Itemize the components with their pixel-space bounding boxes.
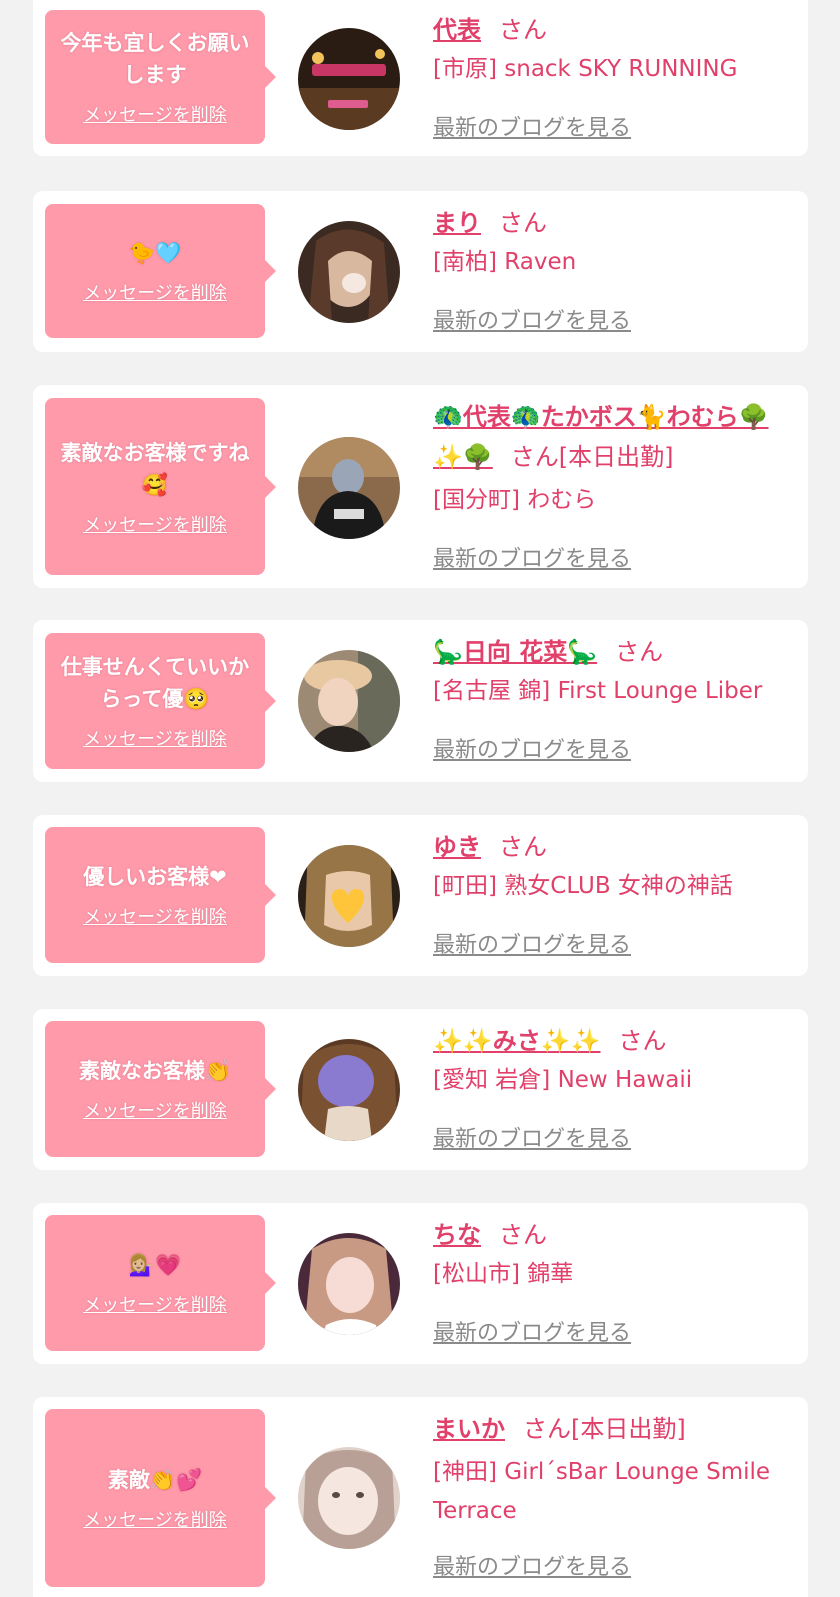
message-card: 素敵なお客様👏 メッセージを削除 ✨✨みさ✨✨ さん [愛知 岩倉] New Ha… (33, 1009, 808, 1170)
cast-name-link[interactable]: ちな (433, 1221, 481, 1249)
honorific: さん (615, 638, 664, 666)
message-bubble: 素敵なお客様👏 メッセージを削除 (45, 1021, 276, 1157)
honorific: さん[本日出勤] (510, 443, 674, 471)
store-name: [松山市] 錦華 (433, 1261, 574, 1287)
store-name: [国分町] わむら (433, 487, 597, 513)
avatar[interactable] (298, 28, 400, 130)
avatar-photo (298, 28, 400, 130)
cast-name-line: 🦚代表🦚たかボス🐈わむら🌳✨🌳 さん[本日出勤] (433, 397, 798, 477)
message-card: 🐤🩵 メッセージを削除 まり さん [南柏] Raven 最新のブログを見る (33, 191, 808, 352)
message-card: 💁🏼‍♀️💗 メッセージを削除 ちな さん [松山市] 錦華 最新のブログを見る (33, 1203, 808, 1364)
delete-message-link[interactable]: メッセージを削除 (83, 511, 227, 537)
cast-name-link[interactable]: まり (433, 209, 481, 237)
message-list: 今年も宜しくお願いします メッセージを削除 代表 さん [市原] snack SK… (0, 0, 840, 1597)
message-card: 素敵なお客様ですね🥰 メッセージを削除 🦚代表🦚たかボス🐈わむら🌳✨🌳 さん[本日… (33, 385, 808, 588)
message-text: 優しいお客様❤ (83, 865, 227, 889)
cast-name-link[interactable]: 🦕日向 花菜🦕 (433, 638, 597, 666)
avatar[interactable] (298, 221, 400, 323)
avatar-photo (298, 650, 400, 752)
honorific: さん[本日出勤] (523, 1415, 686, 1443)
message-text: 💁🏼‍♀️💗 (128, 1253, 182, 1277)
avatar[interactable] (298, 650, 400, 752)
cast-info: 代表 さん [市原] snack SKY RUNNING 最新のブログを見る (433, 10, 798, 150)
cast-name-link[interactable]: まいか (433, 1415, 505, 1443)
store-name: [名古屋 錦] First Lounge Liber (433, 678, 763, 704)
honorific: さん (499, 16, 547, 44)
message-text: 🐤🩵 (128, 241, 182, 265)
store-name: [市原] snack SKY RUNNING (433, 56, 738, 82)
cast-name-link[interactable]: 代表 (433, 16, 481, 44)
message-text: 今年も宜しくお願いします (60, 31, 250, 87)
cast-name-line: 🦕日向 花菜🦕 さん (433, 632, 798, 672)
message-bubble: 今年も宜しくお願いします メッセージを削除 (45, 10, 276, 144)
cast-name-link[interactable]: ゆき (433, 833, 481, 861)
store-name: [町田] 熟女CLUB 女神の神話 (433, 873, 733, 899)
cast-info: ちな さん [松山市] 錦華 最新のブログを見る (433, 1215, 798, 1355)
avatar-photo (298, 845, 400, 947)
cast-info: 🦕日向 花菜🦕 さん [名古屋 錦] First Lounge Liber 最新の… (433, 632, 798, 772)
avatar-photo (298, 1233, 400, 1335)
message-bubble: 優しいお客様❤ メッセージを削除 (45, 827, 276, 963)
cast-name-line: ちな さん (433, 1215, 798, 1255)
message-bubble: 💁🏼‍♀️💗 メッセージを削除 (45, 1215, 276, 1351)
message-card: 素敵👏💕 メッセージを削除 まいか さん[本日出勤] [神田] Girl´sBar… (33, 1397, 808, 1597)
delete-message-link[interactable]: メッセージを削除 (83, 1097, 227, 1123)
avatar[interactable] (298, 1233, 400, 1335)
cast-name-line: ✨✨みさ✨✨ さん (433, 1021, 798, 1061)
message-card: 優しいお客様❤ メッセージを削除 ゆき さん [町田] 熟女CLUB 女神の神話 … (33, 815, 808, 976)
message-bubble: 🐤🩵 メッセージを削除 (45, 204, 276, 338)
cast-info: まり さん [南柏] Raven 最新のブログを見る (433, 203, 798, 343)
latest-blog-link[interactable]: 最新のブログを見る (433, 541, 631, 573)
delete-message-link[interactable]: メッセージを削除 (83, 725, 227, 751)
avatar[interactable] (298, 1039, 400, 1141)
message-bubble: 素敵👏💕 メッセージを削除 (45, 1409, 276, 1587)
delete-message-link[interactable]: メッセージを削除 (83, 1506, 227, 1532)
cast-info: まいか さん[本日出勤] [神田] Girl´sBar Lounge Smile … (433, 1409, 798, 1597)
avatar-photo (298, 437, 400, 539)
latest-blog-link[interactable]: 最新のブログを見る (433, 110, 631, 142)
cast-name-link[interactable]: ✨✨みさ✨✨ (433, 1027, 601, 1055)
message-card: 仕事せんくていいからって優🥺 メッセージを削除 🦕日向 花菜🦕 さん [名古屋 錦… (33, 620, 808, 782)
message-text: 素敵なお客様👏 (78, 1059, 232, 1083)
latest-blog-link[interactable]: 最新のブログを見る (433, 1549, 631, 1581)
honorific: さん (499, 833, 547, 861)
message-text: 素敵なお客様ですね🥰 (60, 440, 250, 497)
store-name: [神田] Girl´sBar Lounge Smile Terrace (433, 1459, 771, 1524)
delete-message-link[interactable]: メッセージを削除 (83, 903, 227, 929)
latest-blog-link[interactable]: 最新のブログを見る (433, 1315, 631, 1347)
message-bubble: 素敵なお客様ですね🥰 メッセージを削除 (45, 398, 276, 575)
store-name: [南柏] Raven (433, 249, 577, 275)
avatar-photo (298, 221, 400, 323)
avatar[interactable] (298, 1447, 400, 1549)
cast-info: ✨✨みさ✨✨ さん [愛知 岩倉] New Hawaii 最新のブログを見る (433, 1021, 798, 1161)
cast-name-line: 代表 さん (433, 10, 798, 50)
avatar-photo (298, 1447, 400, 1549)
avatar[interactable] (298, 845, 400, 947)
cast-info: 🦚代表🦚たかボス🐈わむら🌳✨🌳 さん[本日出勤] [国分町] わむら 最新のブログ… (433, 397, 798, 582)
message-text: 素敵👏💕 (107, 1468, 203, 1492)
cast-name-line: ゆき さん (433, 827, 798, 867)
message-bubble: 仕事せんくていいからって優🥺 メッセージを削除 (45, 633, 276, 769)
delete-message-link[interactable]: メッセージを削除 (83, 101, 227, 127)
latest-blog-link[interactable]: 最新のブログを見る (433, 732, 631, 764)
cast-name-line: まいか さん[本日出勤] (433, 1409, 798, 1449)
honorific: さん (499, 1221, 547, 1249)
store-name: [愛知 岩倉] New Hawaii (433, 1067, 693, 1093)
cast-info: ゆき さん [町田] 熟女CLUB 女神の神話 最新のブログを見る (433, 827, 798, 967)
latest-blog-link[interactable]: 最新のブログを見る (433, 303, 631, 335)
avatar[interactable] (298, 437, 400, 539)
latest-blog-link[interactable]: 最新のブログを見る (433, 1121, 631, 1153)
avatar-photo (298, 1039, 400, 1141)
delete-message-link[interactable]: メッセージを削除 (83, 1291, 227, 1317)
message-card: 今年も宜しくお願いします メッセージを削除 代表 さん [市原] snack SK… (33, 0, 808, 156)
honorific: さん (618, 1027, 667, 1055)
delete-message-link[interactable]: メッセージを削除 (83, 279, 227, 305)
cast-name-line: まり さん (433, 203, 798, 243)
honorific: さん (499, 209, 547, 237)
message-text: 仕事せんくていいからって優🥺 (60, 655, 250, 711)
latest-blog-link[interactable]: 最新のブログを見る (433, 927, 631, 959)
